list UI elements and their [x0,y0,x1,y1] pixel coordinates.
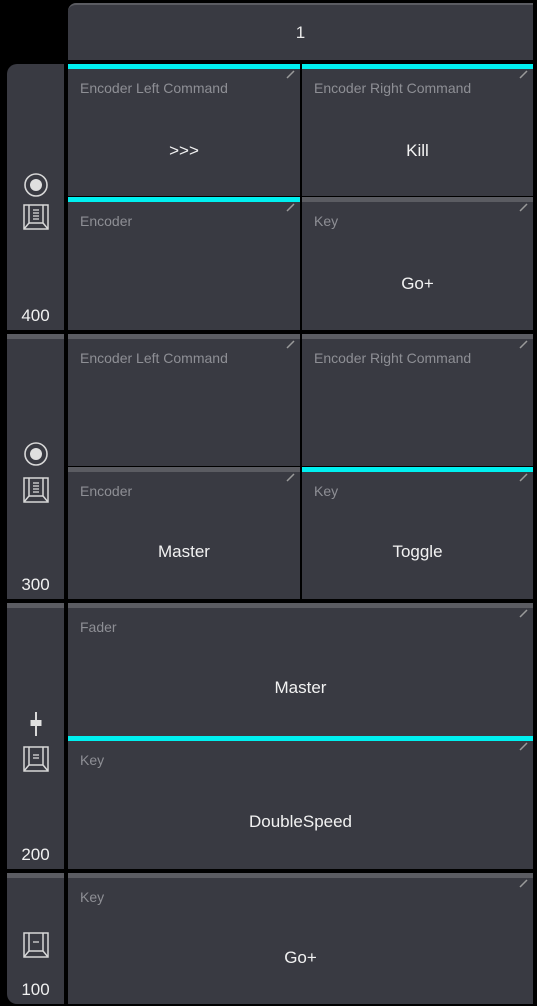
encoder-knob-icon [23,442,48,466]
edit-icon[interactable] [519,69,529,79]
edit-icon[interactable] [519,339,529,349]
cell-label: Encoder [80,483,133,499]
edit-icon[interactable] [286,69,296,79]
executor-400-side[interactable]: 400 [7,64,64,330]
page-header[interactable]: 1 [68,3,533,60]
executor-number: 200 [21,845,50,864]
cell-value: DoubleSpeed [248,812,353,831]
cell-label: Key [314,213,339,229]
edit-icon[interactable] [286,472,296,482]
executor-100-side[interactable]: 100 [7,873,64,1004]
key-icon [22,932,49,958]
encoder-cell[interactable]: Encoder Master [68,467,300,599]
key-cell[interactable]: Key Toggle [302,467,533,599]
executor-number: 300 [21,575,50,594]
edit-icon[interactable] [519,878,529,888]
cell-value: Go+ [284,948,317,967]
cell-label: Encoder Right Command [314,350,472,366]
executor-200-side[interactable]: 200 [7,603,64,869]
cell-label: Key [80,889,105,905]
key-cell[interactable]: Key DoubleSpeed [68,736,533,869]
edit-icon[interactable] [519,472,529,482]
cell-value: Go+ [401,274,434,293]
cell-label: Fader [80,619,117,635]
cell-label: Key [80,752,105,768]
fader-icon [30,712,41,736]
cell-value: Kill [406,141,429,160]
key-icon [22,204,49,230]
edit-icon[interactable] [519,608,529,618]
encoder-left-command-cell[interactable]: Encoder Left Command [68,334,300,466]
key-cell[interactable]: Key Go+ [302,197,533,330]
edit-icon[interactable] [519,741,529,751]
encoder-knob-icon [23,173,48,197]
edit-icon[interactable] [286,339,296,349]
cell-value: Master [274,678,327,697]
cell-label: Key [314,483,339,499]
page-label: 1 [295,22,306,42]
key-icon [22,477,49,503]
executor-number: 400 [21,306,50,325]
executor-number: 100 [21,980,50,999]
cell-label: Encoder Left Command [80,80,228,96]
cell-value: Master [158,542,210,561]
edit-icon[interactable] [286,202,296,212]
cell-label: Encoder [80,213,133,229]
cell-value: >>> [169,141,199,160]
cell-label: Encoder Right Command [314,80,472,96]
cell-value: Toggle [392,542,443,561]
encoder-right-command-cell[interactable]: Encoder Right Command Kill [302,64,533,196]
cell-label: Encoder Left Command [80,350,228,366]
fader-cell[interactable]: Fader Master [68,603,533,736]
encoder-right-command-cell[interactable]: Encoder Right Command [302,334,533,466]
edit-icon[interactable] [519,202,529,212]
encoder-left-command-cell[interactable]: Encoder Left Command >>> [68,64,300,196]
executor-300-side[interactable]: 300 [7,334,64,599]
key-cell[interactable]: Key Go+ [68,873,533,1004]
key-icon [22,746,49,772]
encoder-cell[interactable]: Encoder [68,197,300,330]
